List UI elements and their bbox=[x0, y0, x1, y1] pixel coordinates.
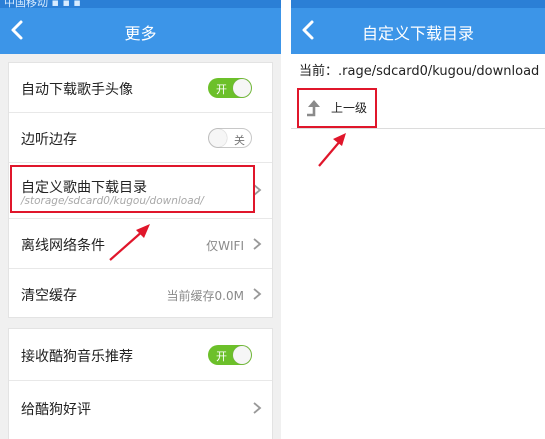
setting-label: 给酷狗好评 bbox=[21, 402, 91, 418]
auto-download-avatar-toggle[interactable]: 开 bbox=[208, 78, 252, 98]
chevron-right-icon bbox=[253, 402, 262, 414]
setting-row-listen-and-save[interactable]: 边听边存 关 bbox=[9, 113, 272, 163]
status-bar: 中国移动 ▪ ▪ ▪ bbox=[0, 0, 281, 8]
current-path: 当前：.rage/sdcard0/kugou/download bbox=[299, 64, 540, 79]
settings-card-other: 接收酷狗音乐推荐 开 给酷狗好评 bbox=[8, 328, 273, 439]
pointer-arrow bbox=[109, 224, 150, 261]
highlight-box bbox=[10, 165, 255, 213]
title-bar: 自定义下载目录 bbox=[291, 8, 545, 54]
recommendations-toggle[interactable]: 开 bbox=[208, 345, 252, 365]
setting-row-auto-download-avatar[interactable]: 自动下载歌手头像 开 bbox=[9, 63, 272, 113]
setting-label: 自动下载歌手头像 bbox=[21, 82, 133, 98]
page-title: 更多 bbox=[124, 24, 157, 43]
highlight-box bbox=[297, 88, 377, 128]
setting-row-recommendations[interactable]: 接收酷狗音乐推荐 开 bbox=[9, 329, 272, 381]
toggle-knob bbox=[209, 129, 227, 147]
setting-value: 仅WIFI bbox=[206, 239, 244, 253]
toggle-knob bbox=[233, 346, 251, 364]
toggle-state-label: 开 bbox=[216, 83, 227, 96]
custom-download-dir-screen: 自定义下载目录 当前：.rage/sdcard0/kugou/download … bbox=[291, 0, 545, 439]
setting-label: 边听边存 bbox=[21, 132, 77, 148]
setting-label: 清空缓存 bbox=[21, 288, 77, 304]
toggle-knob bbox=[233, 79, 251, 97]
status-text: 中国移动 ▪ ▪ ▪ bbox=[4, 0, 81, 8]
setting-row-rate-app[interactable]: 给酷狗好评 bbox=[9, 381, 272, 439]
chevron-right-icon bbox=[253, 238, 262, 250]
setting-label: 离线网络条件 bbox=[21, 238, 105, 254]
status-bar bbox=[291, 0, 545, 8]
toggle-state-label: 开 bbox=[216, 350, 227, 363]
toggle-state-label: 关 bbox=[234, 134, 245, 147]
setting-row-clear-cache[interactable]: 清空缓存 当前缓存0.0M bbox=[9, 269, 272, 317]
more-settings-screen: 中国移动 ▪ ▪ ▪ 更多 自动下载歌手头像 开 边听边存 关 自定义歌曲下载目… bbox=[0, 0, 281, 439]
setting-value: 当前缓存0.0M bbox=[166, 289, 244, 303]
setting-label: 接收酷狗音乐推荐 bbox=[21, 349, 133, 365]
listen-and-save-toggle[interactable]: 关 bbox=[208, 128, 252, 148]
chevron-right-icon bbox=[253, 288, 262, 300]
page-title: 自定义下载目录 bbox=[361, 24, 474, 43]
title-bar: 更多 bbox=[0, 8, 281, 54]
pointer-arrow bbox=[318, 133, 346, 167]
panel-divider bbox=[281, 0, 291, 439]
